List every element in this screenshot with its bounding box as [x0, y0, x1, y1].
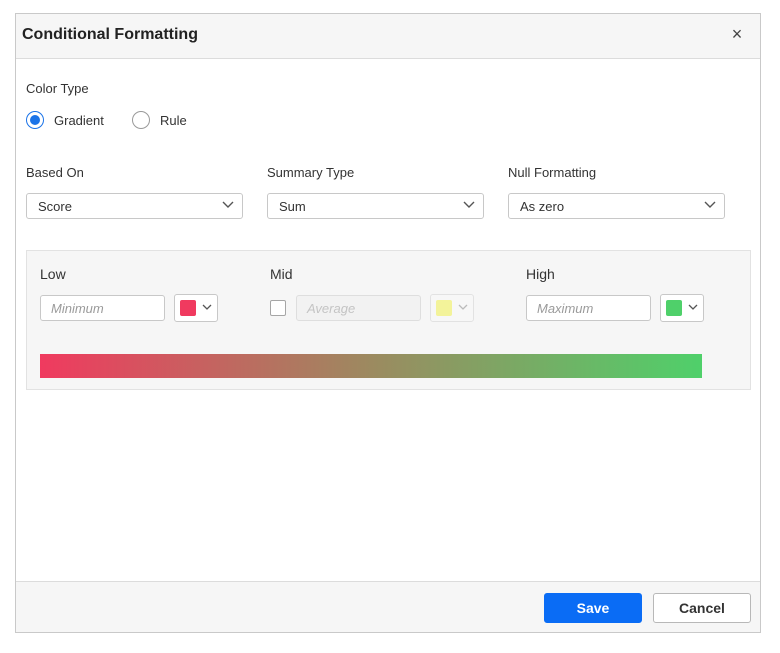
radio-rule[interactable]: [132, 111, 150, 129]
chevron-down-icon: [222, 201, 234, 208]
high-label: High: [526, 266, 555, 282]
high-value-placeholder: Maximum: [537, 301, 594, 316]
gradient-panel: Low Mid High Minimum Average Maximum: [26, 250, 751, 390]
low-value-placeholder: Minimum: [51, 301, 104, 316]
low-color-swatch: [180, 300, 196, 316]
mid-color-picker: [430, 294, 474, 322]
null-formatting-value: As zero: [520, 199, 565, 214]
low-value-input[interactable]: Minimum: [40, 295, 165, 321]
radio-gradient-label[interactable]: Gradient: [54, 113, 104, 128]
summary-type-value: Sum: [279, 199, 306, 214]
dialog-header: Conditional Formatting ×: [16, 14, 760, 59]
low-color-picker[interactable]: [174, 294, 218, 322]
null-formatting-label: Null Formatting: [508, 165, 597, 180]
gradient-preview-bar: [40, 354, 702, 378]
radio-gradient[interactable]: [26, 111, 44, 129]
mid-enable-checkbox[interactable]: [270, 300, 286, 316]
null-formatting-dropdown[interactable]: As zero: [508, 193, 725, 219]
based-on-dropdown[interactable]: Score: [26, 193, 243, 219]
low-label: Low: [40, 266, 66, 282]
radio-rule-label[interactable]: Rule: [160, 113, 187, 128]
high-value-input[interactable]: Maximum: [526, 295, 651, 321]
chevron-down-icon: [463, 201, 475, 208]
mid-label: Mid: [270, 266, 293, 282]
based-on-value: Score: [38, 199, 72, 214]
mid-value-input: Average: [296, 295, 421, 321]
summary-type-label: Summary Type: [267, 165, 355, 180]
chevron-down-icon: [202, 304, 212, 310]
based-on-label: Based On: [26, 165, 84, 180]
high-color-swatch: [666, 300, 682, 316]
close-icon[interactable]: ×: [728, 24, 746, 44]
mid-color-swatch: [436, 300, 452, 316]
mid-value-placeholder: Average: [307, 301, 356, 316]
summary-type-dropdown[interactable]: Sum: [267, 193, 484, 219]
color-type-label: Color Type: [26, 81, 89, 96]
dialog-title: Conditional Formatting: [22, 26, 198, 43]
dialog-footer: Save Cancel: [16, 581, 760, 632]
conditional-formatting-dialog: Conditional Formatting × Color Type Grad…: [15, 13, 761, 633]
chevron-down-icon: [688, 304, 698, 310]
save-button[interactable]: Save: [544, 593, 642, 623]
chevron-down-icon: [458, 304, 468, 310]
chevron-down-icon: [704, 201, 716, 208]
high-color-picker[interactable]: [660, 294, 704, 322]
cancel-button[interactable]: Cancel: [653, 593, 751, 623]
